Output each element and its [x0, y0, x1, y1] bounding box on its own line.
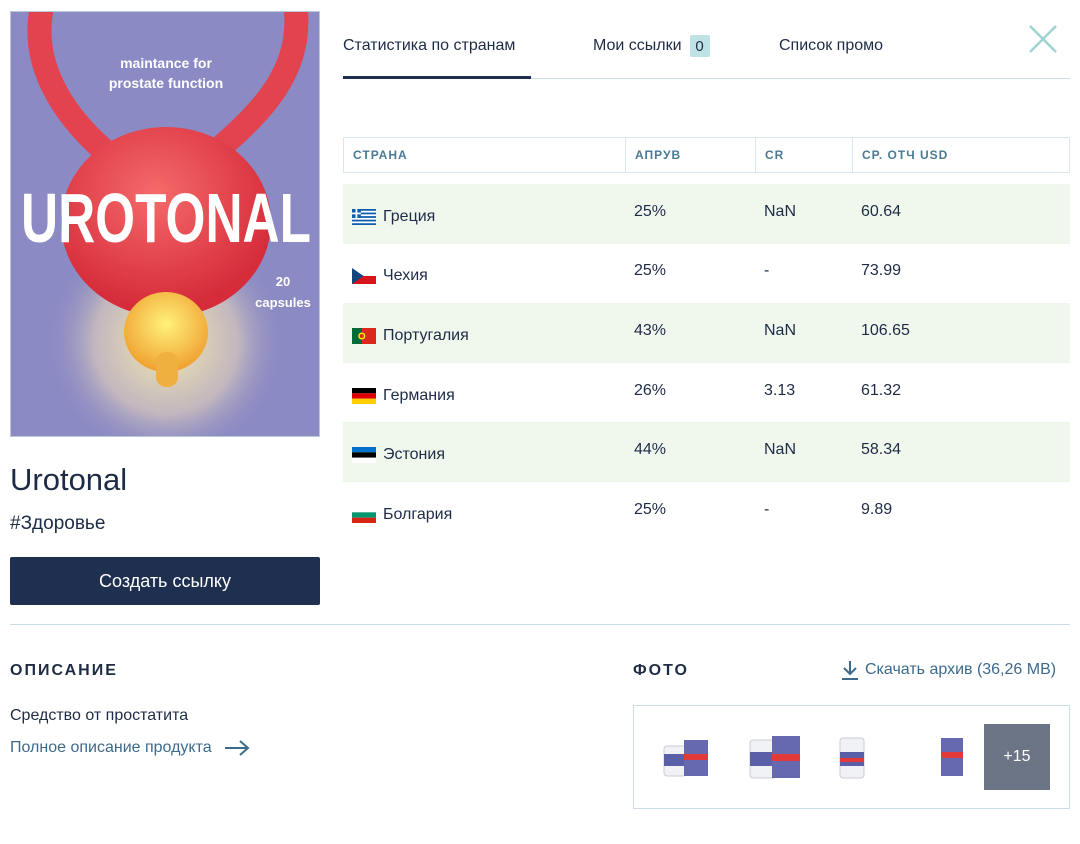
header-avg-payout[interactable]: СР. ОТЧ USD: [853, 138, 1069, 172]
avg-payout-value: 60.64: [861, 202, 902, 220]
download-icon: [842, 661, 858, 680]
country-cell: Португалия: [343, 321, 625, 345]
tab-promo-list[interactable]: Список промо: [779, 35, 883, 57]
greece-flag-icon: [352, 208, 376, 225]
country-name: Греция: [383, 207, 436, 225]
cr-value: NaN: [764, 441, 797, 459]
download-archive-label: Скачать архив (36,26 MB): [865, 661, 1057, 678]
cr-value: -: [764, 500, 770, 518]
table-row: Германия 26% 3.13 61.32: [343, 363, 1070, 423]
photo-gallery: +15: [633, 705, 1070, 809]
product-tag[interactable]: #Здоровье: [10, 513, 105, 535]
country-name: Эстония: [383, 446, 445, 464]
table-header: СТРАНА АПРУВ CR СР. ОТЧ USD: [343, 137, 1070, 173]
header-country[interactable]: СТРАНА: [344, 138, 626, 172]
approve-value: 25%: [634, 202, 667, 220]
table-row: Чехия 25% - 73.99: [343, 244, 1070, 304]
avg-payout-value: 106.65: [861, 321, 910, 339]
cr-value: -: [764, 262, 770, 280]
czech-flag-icon: [352, 268, 376, 285]
description-text: Средство от простатита: [10, 707, 189, 724]
tabs-bar: Статистика по странам Мои ссылки 0 Списо…: [343, 27, 1070, 79]
image-count-label: capsules: [255, 295, 311, 310]
photo-thumbnail[interactable]: [742, 724, 808, 790]
germany-flag-icon: [352, 387, 376, 404]
tab-my-links-label: Мои ссылки: [593, 37, 682, 54]
section-divider: [10, 624, 1070, 625]
full-description-label: Полное описание продукта: [10, 739, 212, 756]
table-row: Португалия 43% NaN 106.65: [343, 303, 1070, 363]
photo-thumbnail[interactable]: [919, 724, 985, 790]
links-count-badge: 0: [689, 35, 710, 57]
photos-title: ФОТО: [633, 662, 689, 679]
avg-payout-value: 61.32: [861, 381, 902, 399]
header-approve[interactable]: АПРУВ: [626, 138, 756, 172]
arrow-right-icon: [224, 740, 250, 756]
download-archive-link[interactable]: Скачать архив (36,26 MB): [841, 660, 1056, 680]
create-link-button[interactable]: Создать ссылку: [10, 557, 320, 605]
cr-value: NaN: [764, 321, 797, 339]
avg-payout-value: 73.99: [861, 262, 902, 280]
image-caption-line2: prostate function: [109, 75, 223, 91]
description-title: ОПИСАНИЕ: [10, 662, 118, 679]
header-cr[interactable]: CR: [756, 138, 853, 172]
approve-value: 25%: [634, 262, 667, 280]
table-row: Болгария 25% - 9.89: [343, 482, 1070, 542]
cr-value: 3.13: [764, 381, 796, 399]
tab-country-stats[interactable]: Статистика по странам: [343, 35, 515, 57]
active-tab-indicator: [343, 76, 531, 79]
country-name: Болгария: [383, 505, 453, 523]
country-cell: Германия: [343, 381, 625, 405]
country-cell: Болгария: [343, 500, 625, 524]
country-cell: Эстония: [343, 440, 625, 464]
image-brand: UROTONAL: [21, 179, 311, 257]
photo-thumbnail[interactable]: [820, 724, 886, 790]
full-description-link[interactable]: Полное описание продукта: [10, 739, 250, 757]
product-image: maintance for prostate function UROTONAL…: [10, 11, 320, 437]
more-photos-button[interactable]: +15: [984, 724, 1050, 790]
approve-value: 44%: [634, 441, 667, 459]
photo-thumbnail[interactable]: [654, 724, 720, 790]
country-name: Португалия: [383, 326, 469, 344]
cr-value: NaN: [764, 202, 797, 220]
estonia-flag-icon: [352, 447, 376, 464]
country-cell: Чехия: [343, 261, 625, 285]
country-cell: Греция: [343, 202, 625, 226]
tab-my-links[interactable]: Мои ссылки 0: [593, 35, 710, 57]
tab-country-stats-label: Статистика по странам: [343, 37, 516, 54]
table-row: Греция 25% NaN 60.64: [343, 184, 1070, 244]
country-name: Германия: [383, 386, 455, 404]
country-name: Чехия: [383, 267, 428, 285]
tab-promo-list-label: Список промо: [779, 37, 884, 54]
close-icon[interactable]: [1026, 22, 1060, 56]
portugal-flag-icon: [352, 327, 376, 344]
bulgaria-flag-icon: [352, 506, 376, 523]
approve-value: 26%: [634, 381, 667, 399]
image-count-num: 20: [276, 274, 290, 289]
country-stats-table: СТРАНА АПРУВ CR СР. ОТЧ USD Греция 25% N…: [343, 137, 1070, 542]
product-title: Urotonal: [10, 462, 128, 497]
approve-value: 43%: [634, 321, 667, 339]
approve-value: 25%: [634, 500, 667, 518]
avg-payout-value: 58.34: [861, 441, 902, 459]
image-caption-line1: maintance for: [120, 55, 212, 71]
avg-payout-value: 9.89: [861, 500, 893, 518]
table-row: Эстония 44% NaN 58.34: [343, 422, 1070, 482]
